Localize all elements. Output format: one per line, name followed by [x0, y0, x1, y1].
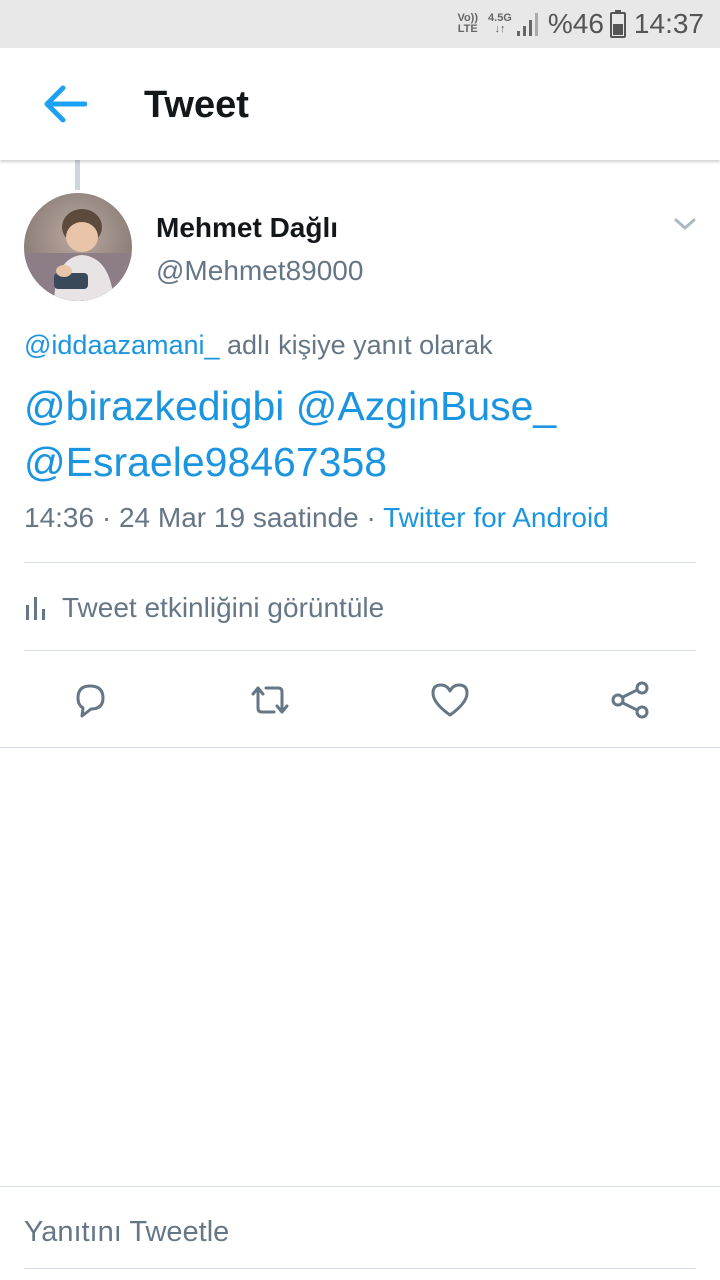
compose-underline	[24, 1268, 696, 1269]
reply-button[interactable]	[68, 678, 112, 722]
avatar[interactable]	[24, 193, 132, 301]
app-bar: Tweet	[0, 48, 720, 160]
battery-percent: %46	[547, 8, 604, 39]
author-name[interactable]: Mehmet Dağlı	[156, 212, 338, 244]
tweet-activity-link[interactable]: Tweet etkinliğini görüntüle	[24, 590, 384, 626]
reply-icon	[76, 684, 105, 718]
tweet-mentions-line-2[interactable]: @Esraele98467358	[24, 434, 694, 490]
avatar-image	[24, 193, 132, 301]
like-button[interactable]	[428, 678, 472, 722]
signal-icon	[516, 13, 538, 36]
heart-icon	[431, 683, 469, 717]
author-handle[interactable]: @Mehmet89000	[156, 255, 363, 287]
divider	[24, 650, 696, 651]
tweet-text: @birazkedigbi @AzginBuse_ @Esraele984673…	[24, 378, 694, 490]
status-bar: Vo)) LTE 4.5G ↓↑ %46 14:37	[0, 0, 720, 48]
battery-icon	[609, 10, 626, 38]
more-options-button[interactable]	[670, 212, 700, 236]
divider	[24, 562, 696, 563]
thread-connector	[75, 160, 80, 190]
tweet-date: 24 Mar 19 saatinde	[118, 502, 359, 533]
clock: 14:37	[633, 8, 704, 39]
tweet-mentions-line-1[interactable]: @birazkedigbi @AzginBuse_	[24, 378, 694, 434]
divider	[0, 747, 720, 748]
network-type: 4.5G ↓↑	[488, 12, 512, 35]
tweet-activity-label: Tweet etkinliğini görüntüle	[62, 592, 385, 623]
reply-to-suffix: adlı kişiye yanıt olarak	[219, 330, 493, 360]
tweet-source-link[interactable]: Twitter for Android	[383, 502, 609, 533]
tweet-meta: 14:36 · 24 Mar 19 saatinde · Twitter for…	[24, 502, 609, 533]
chevron-down-icon	[674, 218, 696, 230]
share-button[interactable]	[608, 678, 652, 722]
reply-compose-input[interactable]: Yanıtını Tweetle	[24, 1216, 229, 1249]
volte-indicator: Vo)) LTE	[457, 12, 479, 35]
replying-to: @iddaazamani_ adlı kişiye yanıt olarak	[24, 330, 493, 361]
retweet-icon	[251, 686, 289, 714]
back-button[interactable]	[36, 82, 92, 126]
divider	[0, 1186, 720, 1187]
arrow-left-icon	[44, 85, 87, 123]
tweet-time: 14:36	[24, 502, 95, 533]
analytics-icon	[26, 597, 45, 620]
retweet-button[interactable]	[248, 678, 292, 722]
page-title: Tweet	[144, 84, 249, 126]
reply-to-link[interactable]: @iddaazamani_	[24, 330, 220, 360]
share-icon	[611, 681, 649, 719]
